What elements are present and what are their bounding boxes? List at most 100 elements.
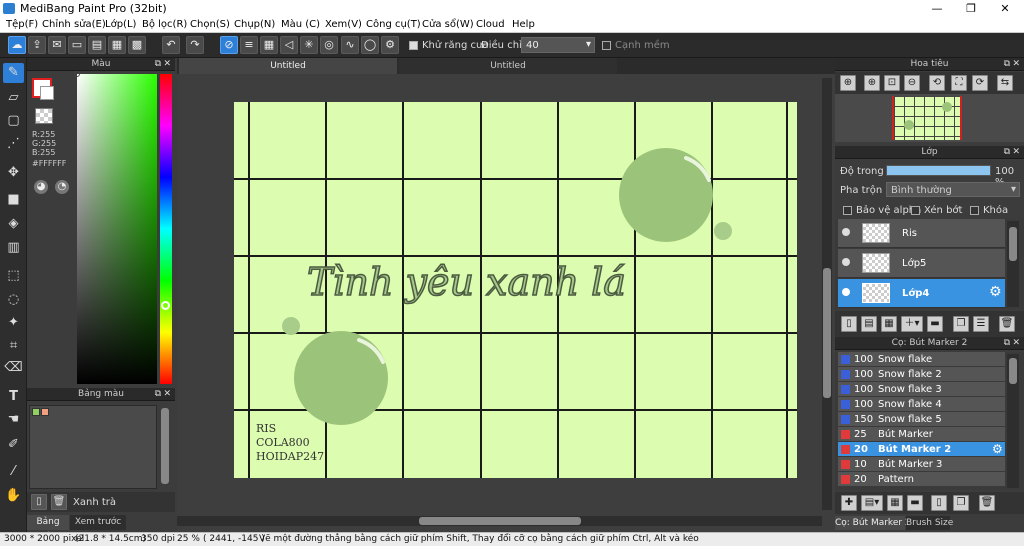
- palette-swatch[interactable]: [41, 408, 49, 416]
- chat-icon[interactable]: ▭: [68, 36, 86, 54]
- brush-scroll-thumb[interactable]: [1009, 358, 1017, 384]
- blend-mode-select[interactable]: Bình thường ▾: [886, 182, 1020, 197]
- brush-item[interactable]: 20 Pattern: [838, 472, 1005, 487]
- menu-filter[interactable]: Bộ lọc(R): [142, 19, 187, 30]
- menu-view[interactable]: Xem(V): [325, 19, 362, 30]
- menu-color[interactable]: Màu (C): [281, 19, 320, 30]
- hue-slider[interactable]: [160, 74, 172, 384]
- rotate-left-icon[interactable]: ⟲: [929, 75, 945, 91]
- layer-scrollbar[interactable]: [1007, 221, 1019, 307]
- menu-edit[interactable]: Chỉnh sửa(E): [42, 19, 106, 30]
- brush-item[interactable]: 100 Snow flake 3: [838, 382, 1005, 397]
- menu-capture[interactable]: Chụp(N): [234, 19, 275, 30]
- brush-folder-icon[interactable]: ▬: [907, 495, 923, 511]
- divide-tool-icon[interactable]: ⁄: [3, 462, 24, 482]
- zoom-in-icon[interactable]: ⊕: [864, 75, 880, 91]
- settings-gear-icon[interactable]: ⚙: [381, 36, 399, 54]
- brush-menu-icon[interactable]: ▤▾: [861, 495, 883, 511]
- select-eraser-icon[interactable]: ⌫: [3, 358, 24, 378]
- palette-icon[interactable]: ◕: [34, 180, 48, 194]
- eyedropper-tool-icon[interactable]: ✐: [3, 435, 24, 455]
- rect-shape-icon[interactable]: ▢: [3, 111, 24, 131]
- protect-alpha-checkbox[interactable]: [843, 205, 852, 215]
- zoom-fit-icon[interactable]: ⊕: [840, 75, 856, 91]
- layer-row[interactable]: Ris: [838, 219, 1005, 248]
- grid-list-icon[interactable]: ▦: [108, 36, 126, 54]
- add-layer-menu-icon[interactable]: ＋▾: [901, 316, 923, 332]
- zoom-actual-icon[interactable]: ⊡: [884, 75, 900, 91]
- fit-window-icon[interactable]: ⛶: [951, 75, 967, 91]
- brush-item[interactable]: 100 Snow flake 4: [838, 397, 1005, 412]
- eye-icon[interactable]: [842, 258, 850, 266]
- popout-icon[interactable]: ⧉: [155, 58, 161, 71]
- concentric-snap-icon[interactable]: ◎: [320, 36, 338, 54]
- comment-icon[interactable]: ✉: [48, 36, 66, 54]
- brush-item[interactable]: 25 Bút Marker: [838, 427, 1005, 442]
- horizontal-scrollbar[interactable]: [177, 516, 822, 526]
- tab-brush[interactable]: Cọ: Bút Marker 2: [835, 516, 911, 530]
- vertical-scroll-thumb[interactable]: [823, 268, 831, 398]
- redo-icon[interactable]: ↷: [186, 36, 204, 54]
- snap-off-icon[interactable]: ⊘: [220, 36, 238, 54]
- brush-item[interactable]: 100 Snow flake 2: [838, 367, 1005, 382]
- brush-item[interactable]: 150 Snow flake 5: [838, 412, 1005, 427]
- text-tool-icon[interactable]: T: [3, 387, 24, 407]
- popout-icon[interactable]: ⧉: [155, 388, 161, 401]
- layer-row-selected[interactable]: Lớp4 ⚙: [838, 279, 1005, 308]
- new-palette-icon[interactable]: ▯: [31, 494, 47, 510]
- maximize-button[interactable]: ❐: [954, 0, 988, 17]
- tab-document-2[interactable]: Untitled: [399, 58, 617, 74]
- new-halftone-layer-icon[interactable]: ▤: [861, 316, 877, 332]
- tab-palette[interactable]: Bảng màu: [27, 515, 69, 542]
- adjust-select[interactable]: 40 ▾: [521, 37, 595, 53]
- grid-icon[interactable]: ▩: [128, 36, 146, 54]
- tab-brush-size[interactable]: Brush Size: [906, 516, 953, 530]
- hand-tool-icon[interactable]: ✋: [3, 486, 24, 506]
- lock-option[interactable]: Khóa: [970, 205, 1008, 216]
- brush-duplicate-icon[interactable]: ▯: [931, 495, 947, 511]
- curve-snap-icon[interactable]: ∿: [341, 36, 359, 54]
- antialias-option[interactable]: Khử răng cưa: [409, 40, 488, 51]
- rotate-right-icon[interactable]: ⟳: [972, 75, 988, 91]
- close-button[interactable]: ✕: [988, 0, 1022, 17]
- menu-help[interactable]: Help: [512, 19, 535, 30]
- brush-item[interactable]: 100 Snow flake: [838, 352, 1005, 367]
- brush-item[interactable]: 10 Bút Marker 3: [838, 457, 1005, 472]
- add-brush-icon[interactable]: ✚: [841, 495, 857, 511]
- close-icon[interactable]: ✕: [163, 388, 171, 401]
- lasso-tool-icon[interactable]: ◌: [3, 290, 24, 310]
- gradient-tool-icon[interactable]: ▥: [3, 238, 24, 258]
- brush-copy-icon[interactable]: ❐: [953, 495, 969, 511]
- menu-cloud[interactable]: Cloud: [476, 19, 505, 30]
- menu-file[interactable]: Tệp(F): [6, 19, 38, 30]
- vertical-scrollbar[interactable]: [822, 78, 832, 510]
- tab-document-1[interactable]: Untitled: [179, 58, 397, 74]
- tab-brush-preview[interactable]: Xem trước cọ: [70, 515, 126, 542]
- menu-select[interactable]: Chọn(S): [190, 19, 230, 30]
- eye-icon[interactable]: [842, 228, 850, 236]
- close-icon[interactable]: ✕: [1012, 146, 1020, 159]
- hue-slider-handle[interactable]: [161, 301, 170, 310]
- close-icon[interactable]: ✕: [163, 58, 171, 71]
- clipping-option[interactable]: Xén bớt: [911, 205, 962, 216]
- brush-settings-gear-icon[interactable]: ⚙: [992, 442, 1003, 456]
- flip-icon[interactable]: ⇆: [997, 75, 1013, 91]
- palette-swatch[interactable]: [32, 408, 40, 416]
- delete-palette-icon[interactable]: 🗑: [51, 494, 67, 510]
- export-icon[interactable]: ⇪: [28, 36, 46, 54]
- delete-layer-icon[interactable]: 🗑: [999, 316, 1015, 332]
- layer-row[interactable]: Lớp5: [838, 249, 1005, 278]
- select-pen-icon[interactable]: ⌗: [3, 336, 24, 356]
- cloud-icon[interactable]: ☁: [8, 36, 26, 54]
- document-icon[interactable]: ▤: [88, 36, 106, 54]
- menu-tools[interactable]: Công cụ(T): [366, 19, 421, 30]
- operation-tool-icon[interactable]: ☚: [3, 410, 24, 430]
- duplicate-layer-icon[interactable]: ❐: [953, 316, 969, 332]
- antialias-checkbox[interactable]: [409, 40, 418, 50]
- sv-picker-cursor[interactable]: [74, 71, 80, 77]
- menu-layer[interactable]: Lớp(L): [105, 19, 136, 30]
- layer-properties-icon[interactable]: ☰: [973, 316, 989, 332]
- clipping-checkbox[interactable]: [911, 205, 920, 215]
- brush-item-selected[interactable]: 20 Bút Marker 2 ⚙: [838, 442, 1005, 457]
- folder-icon[interactable]: ▬: [927, 316, 943, 332]
